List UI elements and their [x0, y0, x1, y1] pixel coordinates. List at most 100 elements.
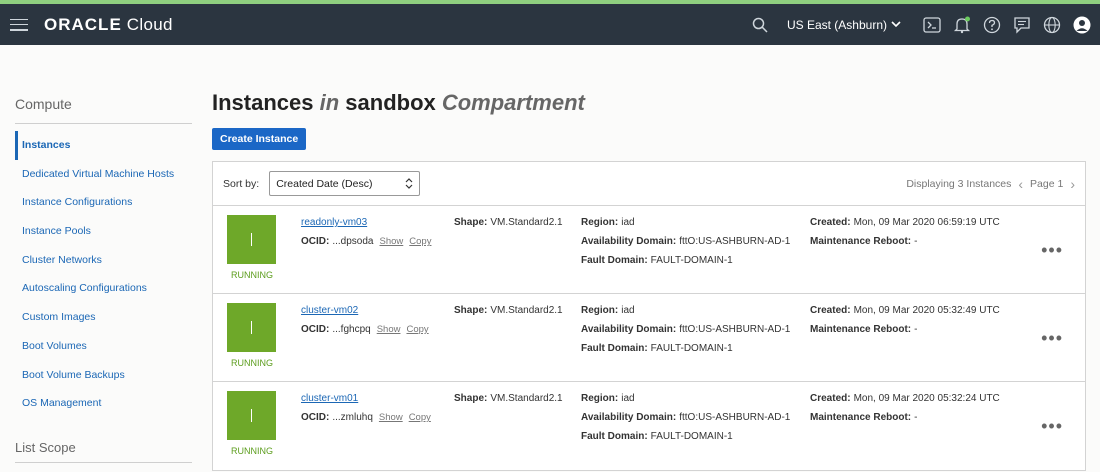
ocid-value: ...dpsoda [332, 236, 374, 247]
region-field: Region: iad [581, 305, 635, 316]
region-label: Region: [581, 305, 619, 316]
sidebar-item-custom-images[interactable]: Custom Images [15, 303, 192, 332]
status-badge: RUNNING [231, 358, 273, 368]
main-content: Instances in sandbox Compartment Create … [212, 45, 1086, 471]
shape-label: Shape: [454, 217, 488, 228]
region-label: US East (Ashburn) [786, 17, 887, 32]
maintenance-label: Maintenance Reboot: [810, 412, 912, 423]
menu-icon[interactable] [10, 18, 28, 31]
ad-value: fttO:US-ASHBURN-AD-1 [679, 412, 791, 423]
created-value: Mon, 09 Mar 2020 05:32:49 UTC [853, 305, 1000, 316]
sidebar-item-instance-configurations[interactable]: Instance Configurations [15, 188, 192, 217]
show-ocid-link[interactable]: Show [380, 236, 404, 247]
created-field: Created: Mon, 09 Mar 2020 06:59:19 UTC [810, 217, 1000, 228]
instance-name-link[interactable]: cluster-vm02 [301, 305, 358, 316]
list-scope-heading: List Scope [15, 440, 192, 463]
sidebar-list: Instances Dedicated Virtual Machine Host… [15, 131, 192, 418]
sidebar-item-autoscaling-configurations[interactable]: Autoscaling Configurations [15, 274, 192, 303]
fd-value: FAULT-DOMAIN-1 [650, 255, 733, 266]
created-label: Created: [810, 305, 851, 316]
region-field: Region: iad [581, 393, 635, 404]
fd-label: Fault Domain: [581, 431, 648, 442]
instance-name-link[interactable]: readonly-vm03 [301, 217, 367, 228]
instances-table: Sort by: Created Date (Desc) Displaying … [212, 161, 1086, 471]
ocid-value: ...fghcpq [332, 324, 371, 335]
brand-light: Cloud [121, 14, 173, 34]
fd-value: FAULT-DOMAIN-1 [650, 431, 733, 442]
instance-name-link[interactable]: cluster-vm01 [301, 393, 358, 404]
ocid-label: OCID: [301, 236, 330, 247]
ocid-label: OCID: [301, 412, 330, 423]
table-row: RUNNING cluster-vm02 OCID: ...fghcpq Show C… [213, 294, 1085, 382]
terminal-icon[interactable] [922, 15, 942, 35]
top-navigation-bar: ORACLE Cloud US East (Ashburn) [0, 4, 1100, 45]
table-row: RUNNING cluster-vm01 OCID: ...zmluhq Show C… [213, 382, 1085, 470]
sort-select[interactable]: Created Date (Desc) [269, 171, 421, 196]
maintenance-value: - [914, 412, 918, 423]
fd-field: Fault Domain: FAULT-DOMAIN-1 [581, 255, 733, 266]
table-toolbar: Sort by: Created Date (Desc) Displaying … [213, 162, 1085, 206]
sidebar-item-cluster-networks[interactable]: Cluster Networks [15, 246, 192, 275]
shape-label: Shape: [454, 305, 488, 316]
sidebar-item-boot-volume-backups[interactable]: Boot Volume Backups [15, 361, 192, 390]
sidebar-item-instances[interactable]: Instances [15, 131, 192, 160]
copy-ocid-link[interactable]: Copy [409, 236, 431, 247]
ocid-field: OCID: ...zmluhq Show Copy [301, 412, 431, 423]
shape-value: VM.Standard2.1 [490, 305, 563, 316]
sidebar-heading: Compute [15, 96, 192, 124]
ad-label: Availability Domain: [581, 236, 677, 247]
sort-label: Sort by: [223, 177, 260, 190]
fd-label: Fault Domain: [581, 343, 648, 354]
ad-field: Availability Domain: fttO:US-ASHBURN-AD-1 [581, 324, 790, 335]
maintenance-value: - [914, 236, 918, 247]
shape-field: Shape: VM.Standard2.1 [454, 393, 563, 404]
more-actions-icon[interactable]: ••• [1041, 417, 1063, 435]
oracle-cloud-logo[interactable]: ORACLE Cloud [44, 15, 173, 35]
status-badge: RUNNING [231, 446, 273, 456]
globe-icon[interactable] [1042, 15, 1062, 35]
show-ocid-link[interactable]: Show [379, 412, 403, 423]
ad-label: Availability Domain: [581, 412, 677, 423]
instance-icon [227, 215, 276, 264]
sidebar-item-os-management[interactable]: OS Management [15, 389, 192, 418]
created-field: Created: Mon, 09 Mar 2020 05:32:24 UTC [810, 393, 1000, 404]
maintenance-field: Maintenance Reboot: - [810, 412, 917, 423]
created-value: Mon, 09 Mar 2020 06:59:19 UTC [853, 217, 1000, 228]
maintenance-field: Maintenance Reboot: - [810, 324, 917, 335]
copy-ocid-link[interactable]: Copy [406, 324, 428, 335]
region-selector[interactable]: US East (Ashburn) [787, 18, 901, 32]
region-field: Region: iad [581, 217, 635, 228]
ocid-field: OCID: ...fghcpq Show Copy [301, 324, 429, 335]
user-icon[interactable] [1072, 15, 1092, 35]
instance-icon [227, 391, 276, 440]
instance-icon [227, 303, 276, 352]
title-in: in [319, 90, 340, 115]
chevron-right-icon[interactable]: › [1070, 176, 1075, 192]
ocid-field: OCID: ...dpsoda Show Copy [301, 236, 431, 247]
show-ocid-link[interactable]: Show [377, 324, 401, 335]
created-value: Mon, 09 Mar 2020 05:32:24 UTC [853, 393, 1000, 404]
chat-icon[interactable] [1012, 15, 1032, 35]
copy-ocid-link[interactable]: Copy [409, 412, 431, 423]
page-number: Page 1 [1030, 177, 1064, 190]
brand-bold: ORACLE [44, 14, 122, 34]
help-icon[interactable] [982, 15, 1002, 35]
created-label: Created: [810, 217, 851, 228]
create-instance-button[interactable]: Create Instance [212, 128, 307, 150]
chevron-left-icon[interactable]: ‹ [1018, 176, 1023, 192]
search-icon[interactable] [750, 15, 770, 35]
shape-value: VM.Standard2.1 [490, 217, 563, 228]
created-label: Created: [810, 393, 851, 404]
maintenance-label: Maintenance Reboot: [810, 324, 912, 335]
sidebar-item-instance-pools[interactable]: Instance Pools [15, 217, 192, 246]
region-value: iad [621, 217, 635, 228]
more-actions-icon[interactable]: ••• [1041, 329, 1063, 347]
region-value: iad [621, 393, 635, 404]
bell-icon[interactable] [952, 15, 972, 35]
ad-value: fttO:US-ASHBURN-AD-1 [679, 236, 791, 247]
sidebar-item-boot-volumes[interactable]: Boot Volumes [15, 332, 192, 361]
more-actions-icon[interactable]: ••• [1041, 241, 1063, 259]
ad-label: Availability Domain: [581, 324, 677, 335]
ocid-value: ...zmluhq [332, 412, 373, 423]
sidebar-item-dedicated-vm-hosts[interactable]: Dedicated Virtual Machine Hosts [15, 160, 192, 189]
